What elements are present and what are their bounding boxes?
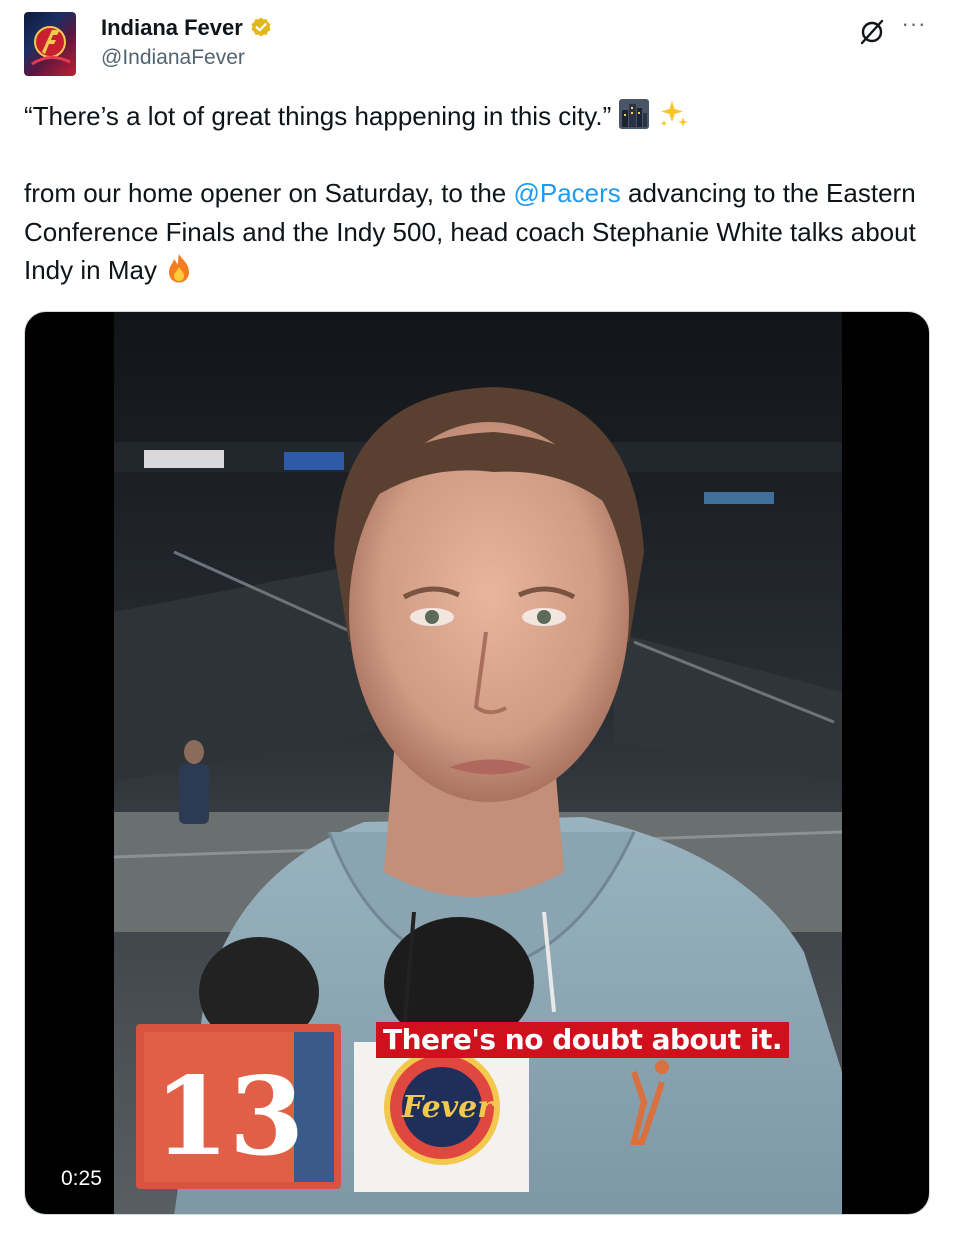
- more-icon[interactable]: ···: [898, 13, 930, 42]
- tweet-body-pre: from our home opener on Saturday, to the: [24, 178, 514, 208]
- verified-badge-icon: [249, 16, 273, 40]
- tweet-header: Indiana Fever @IndianaFever ···: [24, 12, 930, 76]
- mention-link[interactable]: @Pacers: [513, 178, 620, 208]
- video-caption: There's no doubt about it.: [376, 1022, 789, 1058]
- account-names: Indiana Fever @IndianaFever: [101, 14, 273, 74]
- account-avatar[interactable]: [24, 12, 76, 76]
- tweet-quote-text: “There’s a lot of great things happening…: [24, 101, 612, 131]
- mic-flag-channel: 13: [154, 1054, 304, 1180]
- grok-icon[interactable]: [858, 18, 886, 46]
- sparkles-icon: [658, 98, 690, 141]
- video-player[interactable]: 13 Fever There's no doubt about it. 0:25: [24, 311, 930, 1215]
- mic-flag-logo: Fever: [401, 1090, 495, 1125]
- video-duration: 0:25: [61, 1167, 102, 1190]
- cityscape-icon: [618, 98, 650, 141]
- account-handle[interactable]: @IndianaFever: [101, 42, 273, 74]
- fire-icon: [164, 252, 194, 295]
- tweet-body: from our home opener on Saturday, to the…: [24, 174, 924, 295]
- display-name-text[interactable]: Indiana Fever: [101, 14, 243, 42]
- video-frame[interactable]: 13 Fever There's no doubt about it.: [114, 312, 842, 1214]
- tweet-quote-line: “There’s a lot of great things happening…: [24, 97, 924, 141]
- display-name[interactable]: Indiana Fever: [101, 14, 273, 42]
